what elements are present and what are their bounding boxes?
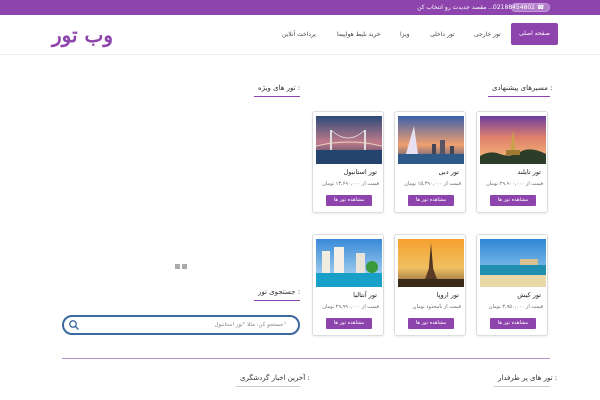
tour-image-europe[interactable]	[398, 239, 464, 287]
tour-price: قیمت از ۱۵,۴۹۰,۰۰۰ تومان	[404, 181, 461, 187]
tour-price: قیمت از ۳,۹۵۰,۰۰۰ تومان	[488, 304, 543, 310]
nav-item-flight-ticket[interactable]: خرید بلیط هواپیما	[337, 15, 381, 55]
tour-card-europe: تور اروپا قیمت از نامحدود تومان مشاهده ت…	[394, 234, 466, 336]
tour-price: قیمت از ۲۹,۹۹۰,۰۰۰ تومان	[322, 304, 379, 310]
tour-name: تور کیش	[517, 291, 541, 299]
nav-item-foreign-tour[interactable]: تور خارجی	[474, 15, 501, 55]
section-divider	[62, 358, 550, 359]
view-tours-button[interactable]: مشاهده تور ها	[408, 195, 454, 206]
tour-image-istanbul[interactable]	[316, 116, 382, 164]
section-underline	[488, 96, 550, 97]
nav-item-visa[interactable]: ویزا	[400, 15, 410, 55]
phone-number: 02188454802 ☎	[493, 4, 545, 11]
section-title-suggested: مسیرهای پیشنهادی :	[492, 84, 553, 92]
section-title-news: آخرین اخبار گردشگری :	[240, 374, 310, 382]
tour-name: تور اروپا	[436, 291, 459, 299]
tour-price: قیمت از نامحدود تومان	[412, 304, 461, 310]
section-underline	[494, 386, 550, 387]
header: وب تور پرداخت آنلاین خرید بلیط هواپیما و…	[0, 15, 600, 55]
view-tours-button[interactable]: مشاهده تور ها	[490, 318, 536, 329]
view-tours-button[interactable]: مشاهده تور ها	[326, 195, 372, 206]
loading-icon	[175, 264, 188, 269]
section-title-search: جستجوی تور :	[258, 288, 301, 296]
view-tours-button[interactable]: مشاهده تور ها	[490, 195, 536, 206]
tour-image-kish[interactable]	[480, 239, 546, 287]
tour-name: تور آنتالیا	[353, 291, 377, 299]
tour-image-thailand[interactable]	[480, 116, 546, 164]
tour-image-dubai[interactable]	[398, 116, 464, 164]
section-underline	[254, 300, 300, 301]
section-title-special: تور های ویژه :	[258, 84, 301, 92]
top-bar-tagline: مقصد جدیدت رو انتخاب کن ...	[417, 4, 494, 11]
tour-name: تور دبی	[438, 168, 460, 176]
nav-item-online-payment[interactable]: پرداخت آنلاین	[282, 15, 316, 55]
tour-price: قیمت از ۱۳,۶۹۰,۰۰۰ تومان	[322, 181, 379, 187]
section-title-popular: تور های پر طرفدار :	[498, 374, 558, 382]
tour-price: قیمت از ۲۹,۹۰۰,۰۰۰ تومان	[486, 181, 543, 187]
tour-card-dubai: تور دبی قیمت از ۱۵,۴۹۰,۰۰۰ تومان مشاهده …	[394, 111, 466, 213]
tour-search-input[interactable]: جستجو کن: مثلا "تور استانبول"	[62, 315, 300, 335]
tour-card-istanbul: تور استانبول قیمت از ۱۳,۶۹۰,۰۰۰ تومان مش…	[312, 111, 384, 213]
section-underline	[236, 386, 300, 387]
nav-item-home[interactable]: صفحه اصلی	[511, 23, 558, 45]
nav-item-domestic-tour[interactable]: تور داخلی	[430, 15, 455, 55]
tour-name: تور تایلند	[517, 168, 542, 176]
tour-card-kish: تور کیش قیمت از ۳,۹۵۰,۰۰۰ تومان مشاهده ت…	[476, 234, 548, 336]
section-underline	[254, 96, 300, 97]
site-logo[interactable]: وب تور	[52, 22, 113, 48]
tour-image-antalya[interactable]	[316, 239, 382, 287]
tour-card-antalya: تور آنتالیا قیمت از ۲۹,۹۹۰,۰۰۰ تومان مشا…	[312, 234, 384, 336]
tour-name: تور استانبول	[343, 168, 377, 176]
search-placeholder: جستجو کن: مثلا "تور استانبول"	[214, 322, 287, 328]
tour-card-thailand: تور تایلند قیمت از ۲۹,۹۰۰,۰۰۰ تومان مشاه…	[476, 111, 548, 213]
top-bar: 02188454802 ☎ مقصد جدیدت رو انتخاب کن ..…	[0, 0, 600, 15]
view-tours-button[interactable]: مشاهده تور ها	[408, 318, 454, 329]
view-tours-button[interactable]: مشاهده تور ها	[326, 318, 372, 329]
search-icon[interactable]	[68, 319, 80, 331]
